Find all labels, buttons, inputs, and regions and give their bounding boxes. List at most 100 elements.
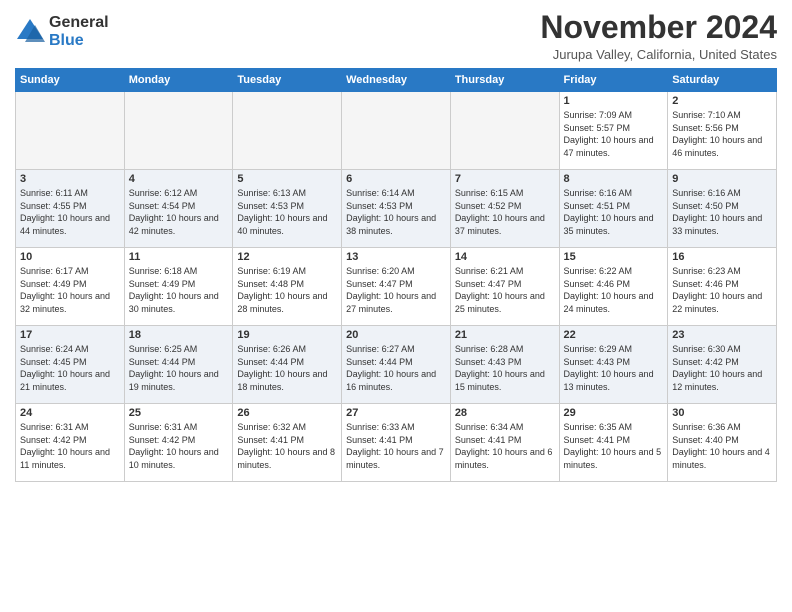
day-number: 20 bbox=[346, 329, 446, 341]
table-row: 9 Sunrise: 6:16 AM Sunset: 4:50 PM Daylig… bbox=[668, 170, 777, 248]
day-info: Sunrise: 6:18 AM Sunset: 4:49 PM Dayligh… bbox=[129, 265, 229, 315]
calendar-table: Sunday Monday Tuesday Wednesday Thursday… bbox=[15, 68, 777, 482]
col-saturday: Saturday bbox=[668, 69, 777, 92]
table-row: 14 Sunrise: 6:21 AM Sunset: 4:47 PM Dayli… bbox=[450, 248, 559, 326]
day-info: Sunrise: 6:28 AM Sunset: 4:43 PM Dayligh… bbox=[455, 343, 555, 393]
logo-icon bbox=[15, 17, 45, 47]
day-info: Sunrise: 6:31 AM Sunset: 4:42 PM Dayligh… bbox=[20, 421, 120, 471]
day-number: 4 bbox=[129, 173, 229, 185]
day-info: Sunrise: 6:22 AM Sunset: 4:46 PM Dayligh… bbox=[564, 265, 664, 315]
calendar-row-2: 3 Sunrise: 6:11 AM Sunset: 4:55 PM Daylig… bbox=[16, 170, 777, 248]
day-number: 29 bbox=[564, 407, 664, 419]
table-row: 4 Sunrise: 6:12 AM Sunset: 4:54 PM Daylig… bbox=[124, 170, 233, 248]
day-number: 7 bbox=[455, 173, 555, 185]
day-info: Sunrise: 6:16 AM Sunset: 4:51 PM Dayligh… bbox=[564, 187, 664, 237]
day-number: 19 bbox=[237, 329, 337, 341]
table-row bbox=[124, 92, 233, 170]
logo: General Blue bbox=[15, 14, 109, 50]
day-number: 25 bbox=[129, 407, 229, 419]
table-row bbox=[450, 92, 559, 170]
day-number: 22 bbox=[564, 329, 664, 341]
day-info: Sunrise: 6:30 AM Sunset: 4:42 PM Dayligh… bbox=[672, 343, 772, 393]
page-container: General Blue November 2024 Jurupa Valley… bbox=[0, 0, 792, 487]
table-row: 30Sunrise: 6:36 AM Sunset: 4:40 PM Dayli… bbox=[668, 404, 777, 482]
calendar-row-4: 17 Sunrise: 6:24 AM Sunset: 4:45 PM Dayli… bbox=[16, 326, 777, 404]
col-monday: Monday bbox=[124, 69, 233, 92]
day-number: 2 bbox=[672, 95, 772, 107]
day-number: 24 bbox=[20, 407, 120, 419]
header: General Blue November 2024 Jurupa Valley… bbox=[15, 10, 777, 62]
col-friday: Friday bbox=[559, 69, 668, 92]
month-title: November 2024 bbox=[540, 10, 777, 45]
table-row: 19 Sunrise: 6:26 AM Sunset: 4:44 PM Dayli… bbox=[233, 326, 342, 404]
col-wednesday: Wednesday bbox=[342, 69, 451, 92]
day-number: 6 bbox=[346, 173, 446, 185]
day-info: Sunrise: 6:34 AM Sunset: 4:41 PM Dayligh… bbox=[455, 421, 555, 471]
day-info: Sunrise: 6:14 AM Sunset: 4:53 PM Dayligh… bbox=[346, 187, 446, 237]
day-number: 13 bbox=[346, 251, 446, 263]
day-info: Sunrise: 6:27 AM Sunset: 4:44 PM Dayligh… bbox=[346, 343, 446, 393]
table-row bbox=[342, 92, 451, 170]
day-info: Sunrise: 6:24 AM Sunset: 4:45 PM Dayligh… bbox=[20, 343, 120, 393]
day-info: Sunrise: 6:29 AM Sunset: 4:43 PM Dayligh… bbox=[564, 343, 664, 393]
day-info: Sunrise: 6:32 AM Sunset: 4:41 PM Dayligh… bbox=[237, 421, 337, 471]
day-info: Sunrise: 6:11 AM Sunset: 4:55 PM Dayligh… bbox=[20, 187, 120, 237]
logo-general-text: General bbox=[49, 14, 109, 31]
day-number: 3 bbox=[20, 173, 120, 185]
table-row: 28 Sunrise: 6:34 AM Sunset: 4:41 PM Dayli… bbox=[450, 404, 559, 482]
location-text: Jurupa Valley, California, United States bbox=[540, 47, 777, 62]
table-row: 2 Sunrise: 7:10 AM Sunset: 5:56 PM Daylig… bbox=[668, 92, 777, 170]
table-row: 29Sunrise: 6:35 AM Sunset: 4:41 PM Dayli… bbox=[559, 404, 668, 482]
table-row: 12 Sunrise: 6:19 AM Sunset: 4:48 PM Dayli… bbox=[233, 248, 342, 326]
day-number: 23 bbox=[672, 329, 772, 341]
table-row: 3 Sunrise: 6:11 AM Sunset: 4:55 PM Daylig… bbox=[16, 170, 125, 248]
day-number: 9 bbox=[672, 173, 772, 185]
table-row: 22 Sunrise: 6:29 AM Sunset: 4:43 PM Dayli… bbox=[559, 326, 668, 404]
day-info: Sunrise: 6:31 AM Sunset: 4:42 PM Dayligh… bbox=[129, 421, 229, 471]
day-info: Sunrise: 6:12 AM Sunset: 4:54 PM Dayligh… bbox=[129, 187, 229, 237]
col-thursday: Thursday bbox=[450, 69, 559, 92]
title-area: November 2024 Jurupa Valley, California,… bbox=[540, 10, 777, 62]
calendar-row-5: 24 Sunrise: 6:31 AM Sunset: 4:42 PM Dayli… bbox=[16, 404, 777, 482]
table-row: 27Sunrise: 6:33 AM Sunset: 4:41 PM Dayli… bbox=[342, 404, 451, 482]
day-number: 26 bbox=[237, 407, 337, 419]
col-tuesday: Tuesday bbox=[233, 69, 342, 92]
day-number: 21 bbox=[455, 329, 555, 341]
day-info: Sunrise: 6:26 AM Sunset: 4:44 PM Dayligh… bbox=[237, 343, 337, 393]
day-info: Sunrise: 6:33 AM Sunset: 4:41 PM Dayligh… bbox=[346, 421, 446, 471]
table-row bbox=[233, 92, 342, 170]
table-row: 21 Sunrise: 6:28 AM Sunset: 4:43 PM Dayli… bbox=[450, 326, 559, 404]
day-info: Sunrise: 6:20 AM Sunset: 4:47 PM Dayligh… bbox=[346, 265, 446, 315]
day-info: Sunrise: 6:25 AM Sunset: 4:44 PM Dayligh… bbox=[129, 343, 229, 393]
table-row: 8Sunrise: 6:16 AM Sunset: 4:51 PM Daylig… bbox=[559, 170, 668, 248]
day-info: Sunrise: 7:09 AM Sunset: 5:57 PM Dayligh… bbox=[564, 109, 664, 159]
day-info: Sunrise: 7:10 AM Sunset: 5:56 PM Dayligh… bbox=[672, 109, 772, 159]
day-number: 5 bbox=[237, 173, 337, 185]
table-row bbox=[16, 92, 125, 170]
calendar-row-1: 1 Sunrise: 7:09 AM Sunset: 5:57 PM Daylig… bbox=[16, 92, 777, 170]
day-info: Sunrise: 6:19 AM Sunset: 4:48 PM Dayligh… bbox=[237, 265, 337, 315]
day-number: 16 bbox=[672, 251, 772, 263]
calendar-row-3: 10Sunrise: 6:17 AM Sunset: 4:49 PM Dayli… bbox=[16, 248, 777, 326]
day-info: Sunrise: 6:15 AM Sunset: 4:52 PM Dayligh… bbox=[455, 187, 555, 237]
day-info: Sunrise: 6:23 AM Sunset: 4:46 PM Dayligh… bbox=[672, 265, 772, 315]
day-number: 12 bbox=[237, 251, 337, 263]
day-info: Sunrise: 6:36 AM Sunset: 4:40 PM Dayligh… bbox=[672, 421, 772, 471]
table-row: 6 Sunrise: 6:14 AM Sunset: 4:53 PM Daylig… bbox=[342, 170, 451, 248]
table-row: 25 Sunrise: 6:31 AM Sunset: 4:42 PM Dayli… bbox=[124, 404, 233, 482]
table-row: 5 Sunrise: 6:13 AM Sunset: 4:53 PM Daylig… bbox=[233, 170, 342, 248]
day-number: 1 bbox=[564, 95, 664, 107]
day-info: Sunrise: 6:13 AM Sunset: 4:53 PM Dayligh… bbox=[237, 187, 337, 237]
day-info: Sunrise: 6:16 AM Sunset: 4:50 PM Dayligh… bbox=[672, 187, 772, 237]
table-row: 1 Sunrise: 7:09 AM Sunset: 5:57 PM Daylig… bbox=[559, 92, 668, 170]
table-row: 17 Sunrise: 6:24 AM Sunset: 4:45 PM Dayli… bbox=[16, 326, 125, 404]
day-number: 14 bbox=[455, 251, 555, 263]
day-number: 28 bbox=[455, 407, 555, 419]
table-row: 24 Sunrise: 6:31 AM Sunset: 4:42 PM Dayli… bbox=[16, 404, 125, 482]
table-row: 20 Sunrise: 6:27 AM Sunset: 4:44 PM Dayli… bbox=[342, 326, 451, 404]
table-row: 7 Sunrise: 6:15 AM Sunset: 4:52 PM Daylig… bbox=[450, 170, 559, 248]
table-row: 16 Sunrise: 6:23 AM Sunset: 4:46 PM Dayli… bbox=[668, 248, 777, 326]
day-number: 17 bbox=[20, 329, 120, 341]
day-info: Sunrise: 6:21 AM Sunset: 4:47 PM Dayligh… bbox=[455, 265, 555, 315]
table-row: 11Sunrise: 6:18 AM Sunset: 4:49 PM Dayli… bbox=[124, 248, 233, 326]
